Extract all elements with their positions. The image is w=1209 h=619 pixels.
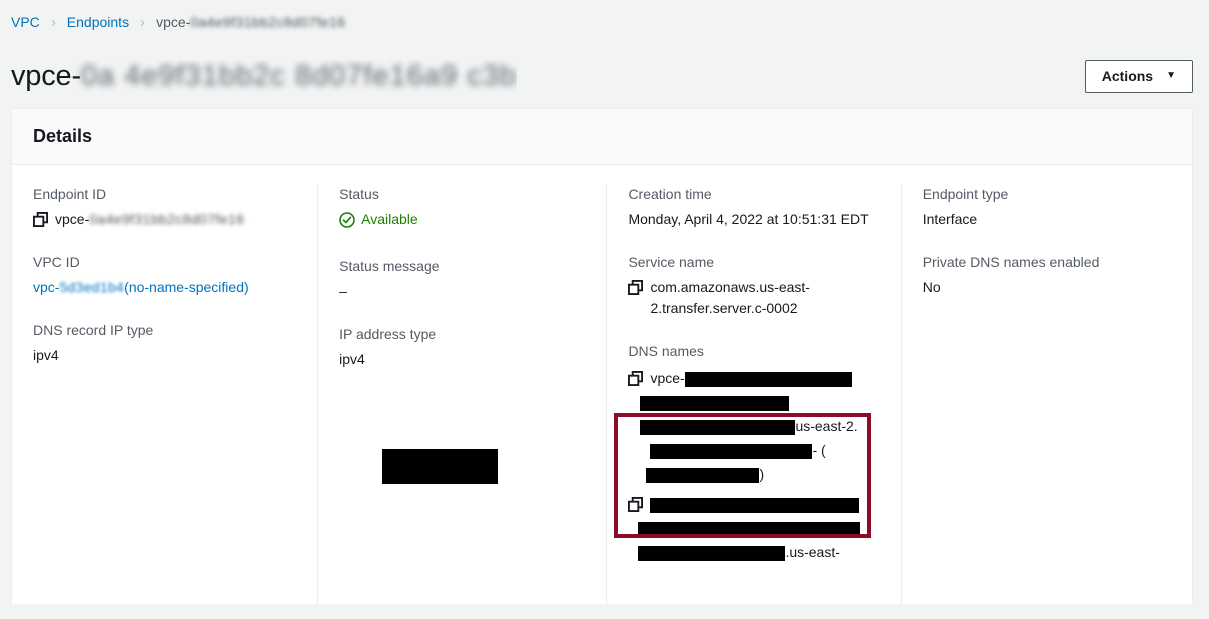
dns-name-entry: vpce-us-east-2. - (): [628, 366, 880, 486]
endpoint-id-redacted: 0a4e9f31bb2c8d07fe16: [89, 211, 245, 227]
field-value-endpoint-id: vpce-0a4e9f31bb2c8d07fe16: [33, 209, 297, 230]
redaction-bar: [640, 419, 796, 435]
breadcrumb: VPC › Endpoints › vpce- 0a4e9f31bb2c8d07f…: [0, 0, 1209, 44]
breadcrumb-item-endpoints[interactable]: Endpoints: [67, 14, 129, 30]
field-label-endpoint-type: Endpoint type: [922, 186, 1009, 202]
redaction-bar: [684, 371, 852, 387]
field-label-private-dns-names-enabled: Private DNS names enabled: [922, 254, 1100, 270]
field-value-service-name: com.amazonaws.us-east-2.transfer.server.…: [628, 277, 880, 319]
field-label-service-name: Service name: [628, 254, 715, 270]
copy-icon[interactable]: [33, 212, 48, 227]
copy-icon[interactable]: [628, 280, 644, 295]
field-value-vpc-id: vpc-5d3ed1b4(no-name-specified): [33, 277, 297, 298]
field-label-dns-names: DNS names: [628, 343, 704, 359]
field-ip-address-type: IP address type ipv4: [339, 324, 586, 370]
field-private-dns-names-enabled: Private DNS names enabled No: [923, 252, 1172, 298]
details-column-1: Endpoint ID vpce-0a4e9f31bb2c8d07fe16 VP…: [12, 184, 317, 604]
breadcrumb-item-vpc[interactable]: VPC: [11, 14, 40, 30]
redaction-block: [382, 449, 499, 484]
field-value-status-message: –: [339, 282, 347, 299]
field-label-dns-record-ip-type: DNS record IP type: [33, 322, 154, 338]
details-card: Details Endpoint ID vpce-0a4e9f31bb2c8d0…: [11, 108, 1193, 604]
page-title-row: vpce- 0a 4e9f31bb2c 8d07fe16a9 c3b Action…: [0, 44, 1209, 108]
redaction-bar: [646, 467, 760, 483]
field-value-endpoint-type: Interface: [922, 211, 978, 227]
redaction-bar: [640, 395, 790, 411]
details-column-3: Creation time Monday, April 4, 2022 at 1…: [606, 184, 900, 604]
details-column-4: Endpoint type Interface Private DNS name…: [900, 184, 1192, 604]
chevron-down-icon: ▼: [1166, 70, 1176, 81]
breadcrumb-separator-icon: ›: [140, 13, 145, 31]
field-creation-time: Creation time Monday, April 4, 2022 at 1…: [628, 184, 880, 230]
field-label-ip-address-type: IP address type: [339, 325, 437, 342]
field-value-status: Available: [339, 209, 586, 234]
dns-fragment: us-east-: [795, 418, 847, 434]
dns-names-list: vpce-us-east-2. - () .us-east-: [628, 366, 880, 564]
dns-name-entry: .us-east-: [628, 492, 880, 564]
breadcrumb-current-prefix: vpce-: [156, 14, 191, 30]
field-label-vpc-id: VPC ID: [33, 254, 80, 270]
vpc-id-suffix: (no-name-specified): [124, 279, 249, 295]
field-value-creation-time: Monday, April 4, 2022 at 10:51:31 EDT: [628, 211, 869, 227]
field-dns-record-ip-type: DNS record IP type ipv4: [33, 320, 297, 366]
field-status-message: Status message –: [339, 256, 586, 302]
vpc-id-link[interactable]: vpc-5d3ed1b4(no-name-specified): [33, 279, 249, 295]
dns-fragment: - (: [812, 442, 826, 458]
field-label-status-message: Status message: [339, 257, 440, 274]
redaction-bar: [650, 443, 813, 459]
field-label-endpoint-id: Endpoint ID: [33, 186, 107, 202]
field-endpoint-type: Endpoint type Interface: [923, 184, 1172, 230]
copy-icon[interactable]: [628, 497, 644, 512]
dns-name-text: .us-east-: [638, 492, 880, 564]
dns-fragment: 2.: [846, 418, 858, 434]
vpc-id-redacted: 5d3ed1b4: [59, 279, 125, 295]
field-value-dns-record-ip-type: ipv4: [33, 347, 59, 363]
field-endpoint-id: Endpoint ID vpce-0a4e9f31bb2c8d07fe16: [33, 184, 297, 230]
details-column-2: Status Available Status message – IP add…: [317, 184, 606, 604]
dns-fragment: .us-east-: [785, 544, 840, 560]
page-title-redacted-id: 0a 4e9f31bb2c 8d07fe16a9 c3b: [80, 59, 517, 92]
redaction-bar: [650, 497, 860, 513]
breadcrumb-separator-icon: ›: [51, 13, 56, 31]
field-label-status: Status: [339, 186, 379, 202]
copy-icon[interactable]: [628, 371, 644, 386]
endpoint-id-text: vpce-0a4e9f31bb2c8d07fe16: [55, 211, 245, 227]
redaction-bar: [638, 521, 861, 537]
details-section-title: Details: [33, 126, 93, 146]
breadcrumb-current-redacted-id: 0a4e9f31bb2c8d07fe16: [190, 14, 346, 30]
field-vpc-id: VPC ID vpc-5d3ed1b4(no-name-specified): [33, 252, 297, 298]
field-value-private-dns-names-enabled: No: [922, 279, 941, 295]
dns-name-text: vpce-us-east-2. - (): [640, 366, 880, 486]
dns-fragment-close: ): [759, 466, 765, 482]
check-circle-icon: [339, 211, 355, 228]
actions-button[interactable]: Actions ▼: [1084, 59, 1193, 93]
redaction-bar: [638, 545, 786, 561]
field-value-ip-address-type: ipv4: [339, 350, 365, 367]
status-text: Available: [361, 211, 418, 227]
details-card-header: Details: [12, 109, 1192, 165]
field-service-name: Service name com.amazonaws.us-east-2.tra…: [628, 252, 880, 319]
details-card-body: Endpoint ID vpce-0a4e9f31bb2c8d07fe16 VP…: [12, 165, 1192, 604]
status-badge: Available: [339, 209, 418, 230]
actions-button-label: Actions: [1101, 68, 1154, 84]
page-title: vpce- 0a 4e9f31bb2c 8d07fe16a9 c3b: [11, 60, 517, 93]
dns-fragment: vpce-: [650, 370, 685, 386]
field-label-creation-time: Creation time: [628, 186, 712, 202]
field-status: Status Available: [339, 184, 586, 234]
page-title-prefix: vpce-: [11, 59, 81, 92]
field-dns-names: DNS names vpce-us-east-2. - () .us-east-: [628, 341, 880, 564]
breadcrumb-item-current: vpce- 0a4e9f31bb2c8d07fe16: [156, 14, 345, 30]
service-name-text: com.amazonaws.us-east-2.transfer.server.…: [650, 279, 810, 316]
